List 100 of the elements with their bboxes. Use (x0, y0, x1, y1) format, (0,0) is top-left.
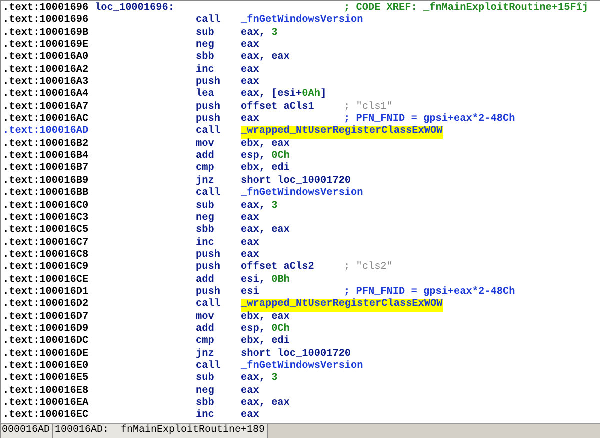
address-text: .text:100016A3 (3, 77, 90, 89)
mnemonic-text: lea (196, 89, 216, 102)
address-text: .text:100016A2 (3, 64, 90, 77)
address-text: .text:100016E8 (3, 386, 90, 398)
operand-text: eax (241, 212, 260, 226)
comment-text: ; PFN_FNID = gpsi+eax*2-48Ch (344, 114, 516, 126)
operand-text: eax, (241, 373, 266, 386)
mnemonic-text: push (196, 286, 222, 298)
mnemonic-text: push (196, 250, 222, 262)
operand-text: eax (241, 64, 260, 78)
mnemonic-text: call (196, 299, 222, 312)
mnemonic-text: inc (196, 410, 216, 423)
address-text: .text:100016D7 (3, 312, 90, 324)
mnemonic-text: sbb (196, 52, 216, 64)
label-text: loc_10001696: (95, 3, 176, 16)
mnemonic-text: push (196, 77, 222, 88)
operand-text: esi (241, 286, 260, 298)
operand-text: 3 (272, 373, 278, 386)
mnemonic-text: call (196, 126, 222, 139)
address-text: .text:100016D2 (3, 299, 90, 312)
address-text: .text:10001696 (3, 3, 90, 15)
address-text: .text:100016E0 (3, 360, 90, 373)
address-text: .text:1000169B (3, 28, 90, 40)
address-text: .text:100016A7 (3, 102, 90, 114)
highlighted-symbol: _wrapped_NtUserRegisterClassExWOW (241, 126, 443, 139)
operand-text: eax (241, 114, 260, 126)
address-text: .text:100016C0 (3, 200, 90, 213)
comment-text: ; PFN_FNID = gpsi+eax*2-48Ch (344, 286, 516, 298)
mnemonic-text: inc (196, 238, 216, 250)
operand-text: ] (320, 89, 327, 102)
operand-text: 0Ah (302, 89, 320, 102)
mnemonic-text: cmp (196, 163, 216, 176)
address-text: .text:100016C5 (3, 225, 90, 238)
mnemonic-text: jnz (196, 348, 216, 360)
address-text: .text:100016EA (3, 398, 90, 410)
mnemonic-text: neg (196, 40, 216, 52)
address-text: .text:100016A4 (3, 89, 90, 102)
address-text: .text:100016DE (3, 348, 90, 361)
mnemonic-text: sub (196, 200, 216, 213)
address-text: .text:100016A0 (3, 52, 90, 65)
mnemonic-text: push (196, 102, 222, 114)
operand-text: offset aCls2 (241, 262, 314, 274)
operand-text: eax, (241, 28, 266, 40)
address-text: .text:100016BB (3, 188, 90, 200)
operand-text: 0Ch (272, 151, 290, 162)
mnemonic-text: mov (196, 312, 216, 324)
address-text: .text:100016AC (3, 114, 90, 126)
operand-text: ebx, edi (241, 336, 290, 348)
mnemonic-text: add (196, 274, 216, 286)
operand-text: eax (241, 40, 260, 52)
address-text: .text:100016B7 (3, 163, 90, 176)
operand-text: eax (241, 410, 260, 423)
address-text: .text:10001696 (3, 15, 90, 28)
mnemonic-text: call (196, 360, 222, 372)
operand-text: eax (241, 250, 260, 262)
address-text: .text:100016D1 (3, 286, 90, 299)
operand-text: esp, (241, 151, 266, 162)
operand-text: 0Bh (272, 274, 290, 287)
mnemonic-text: push (196, 262, 222, 274)
mnemonic-text: neg (196, 386, 216, 398)
mnemonic-text: mov (196, 138, 216, 150)
operand-text: esi, (241, 274, 266, 286)
operand-text: 3 (272, 28, 278, 40)
address-text: .text:100016B9 (3, 176, 90, 188)
address-text: .text:100016E5 (3, 373, 90, 386)
address-text: .text:100016B2 (3, 138, 90, 151)
mnemonic-text: add (196, 151, 216, 164)
operand-text: esp, (241, 324, 266, 336)
address-text: .text:100016AD (3, 126, 90, 139)
operand-text: eax (241, 77, 260, 90)
mnemonic-text: sbb (196, 398, 216, 410)
operand-text: _fnGetWindowsVersion (241, 188, 364, 200)
operand-text: ebx, eax (241, 138, 290, 150)
address-text: .text:100016C9 (3, 262, 90, 275)
mnemonic-text: neg (196, 212, 216, 224)
comment-text: ; "cls1" (344, 102, 393, 114)
mnemonic-text: sbb (196, 225, 216, 238)
mnemonic-text: cmp (196, 336, 216, 348)
offset-text: 000016AD (1, 424, 54, 438)
operand-text: ebx, eax (241, 312, 290, 324)
mnemonic-text: push (196, 114, 222, 126)
operand-text: eax (241, 386, 260, 398)
operand-text: offset aCls1 (241, 102, 314, 114)
mnemonic-text: call (196, 188, 222, 200)
address-text: .text:100016CE (3, 274, 90, 287)
operand-text: eax, [esi+ (241, 89, 302, 102)
address-text: .text:100016DC (3, 336, 90, 349)
operand-text: 3 (272, 200, 278, 213)
address-text: .text:1000169E (3, 40, 90, 52)
operand-text: eax, eax (241, 52, 290, 65)
address-text: .text:100016EC (3, 410, 90, 423)
operand-text: ebx, edi (241, 163, 290, 176)
mnemonic-text: jnz (196, 176, 216, 188)
operand-text: _fnGetWindowsVersion (241, 15, 364, 28)
address-text: .text:100016C7 (3, 238, 90, 250)
highlighted-symbol: _wrapped_NtUserRegisterClassExWOW (241, 299, 443, 312)
operand-text: short loc_10001720 (241, 176, 352, 188)
mnemonic-text: inc (196, 64, 216, 76)
mnemonic-text: sub (196, 373, 216, 386)
operand-text: 0Ch (272, 324, 290, 336)
